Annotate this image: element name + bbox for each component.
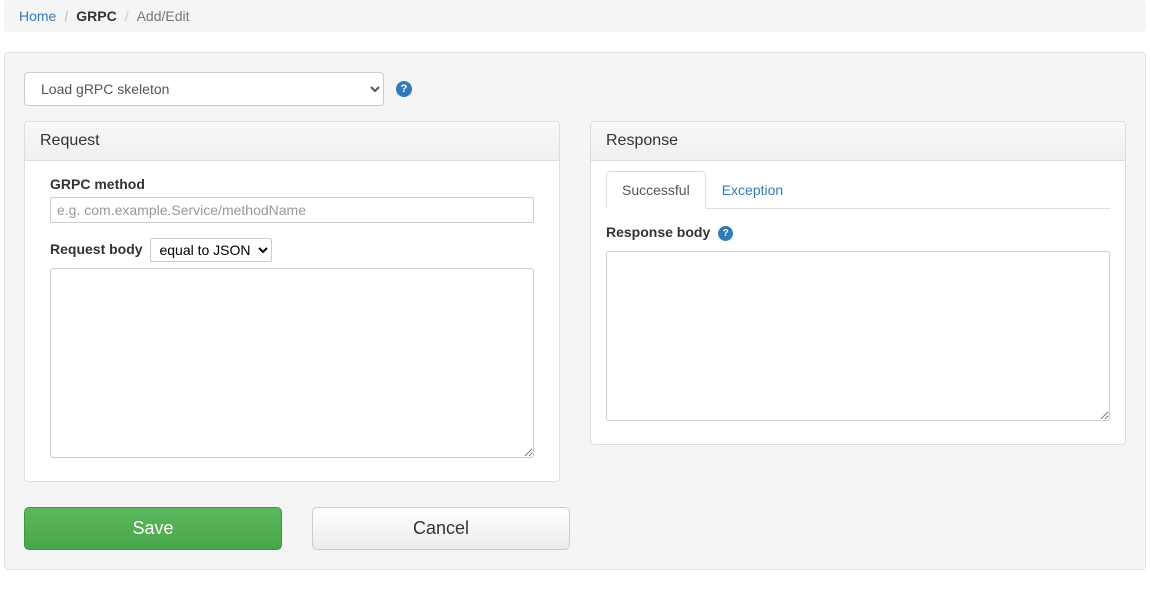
response-body-label: Response body <box>606 224 710 240</box>
breadcrumb-home-link[interactable]: Home <box>19 8 56 24</box>
response-tabs: Successful Exception <box>606 171 1110 209</box>
tab-successful-link[interactable]: Successful <box>606 171 706 209</box>
response-body-textarea[interactable] <box>606 251 1110 421</box>
breadcrumb-item-current: Add/Edit <box>117 8 190 24</box>
tab-exception-link[interactable]: Exception <box>706 171 799 209</box>
form-well: Load gRPC skeleton ? Request GRPC method… <box>4 52 1146 570</box>
breadcrumb: Home GRPC Add/Edit <box>4 0 1146 32</box>
request-body-textarea[interactable] <box>50 268 534 458</box>
tab-successful: Successful <box>606 171 706 209</box>
cancel-button[interactable]: Cancel <box>312 507 570 550</box>
button-row: Save Cancel <box>24 507 1126 550</box>
load-skeleton-select[interactable]: Load gRPC skeleton <box>24 72 384 106</box>
response-panel: Response Successful Exception Response b… <box>590 121 1126 445</box>
breadcrumb-item-home: Home <box>19 8 56 24</box>
help-icon[interactable]: ? <box>396 81 412 97</box>
help-icon[interactable]: ? <box>718 226 733 241</box>
save-button[interactable]: Save <box>24 507 282 550</box>
grpc-method-input[interactable] <box>50 197 534 223</box>
request-panel: Request GRPC method Request body equal t… <box>24 121 560 482</box>
request-panel-heading: Request <box>25 122 559 161</box>
grpc-method-label: GRPC method <box>50 176 145 192</box>
tab-exception: Exception <box>706 171 799 209</box>
response-panel-heading: Response <box>591 122 1125 161</box>
request-body-label: Request body <box>50 241 143 257</box>
skeleton-row: Load gRPC skeleton ? <box>24 72 1126 106</box>
request-body-match-select[interactable]: equal to JSON <box>150 238 272 262</box>
breadcrumb-item-section: GRPC <box>56 8 116 24</box>
